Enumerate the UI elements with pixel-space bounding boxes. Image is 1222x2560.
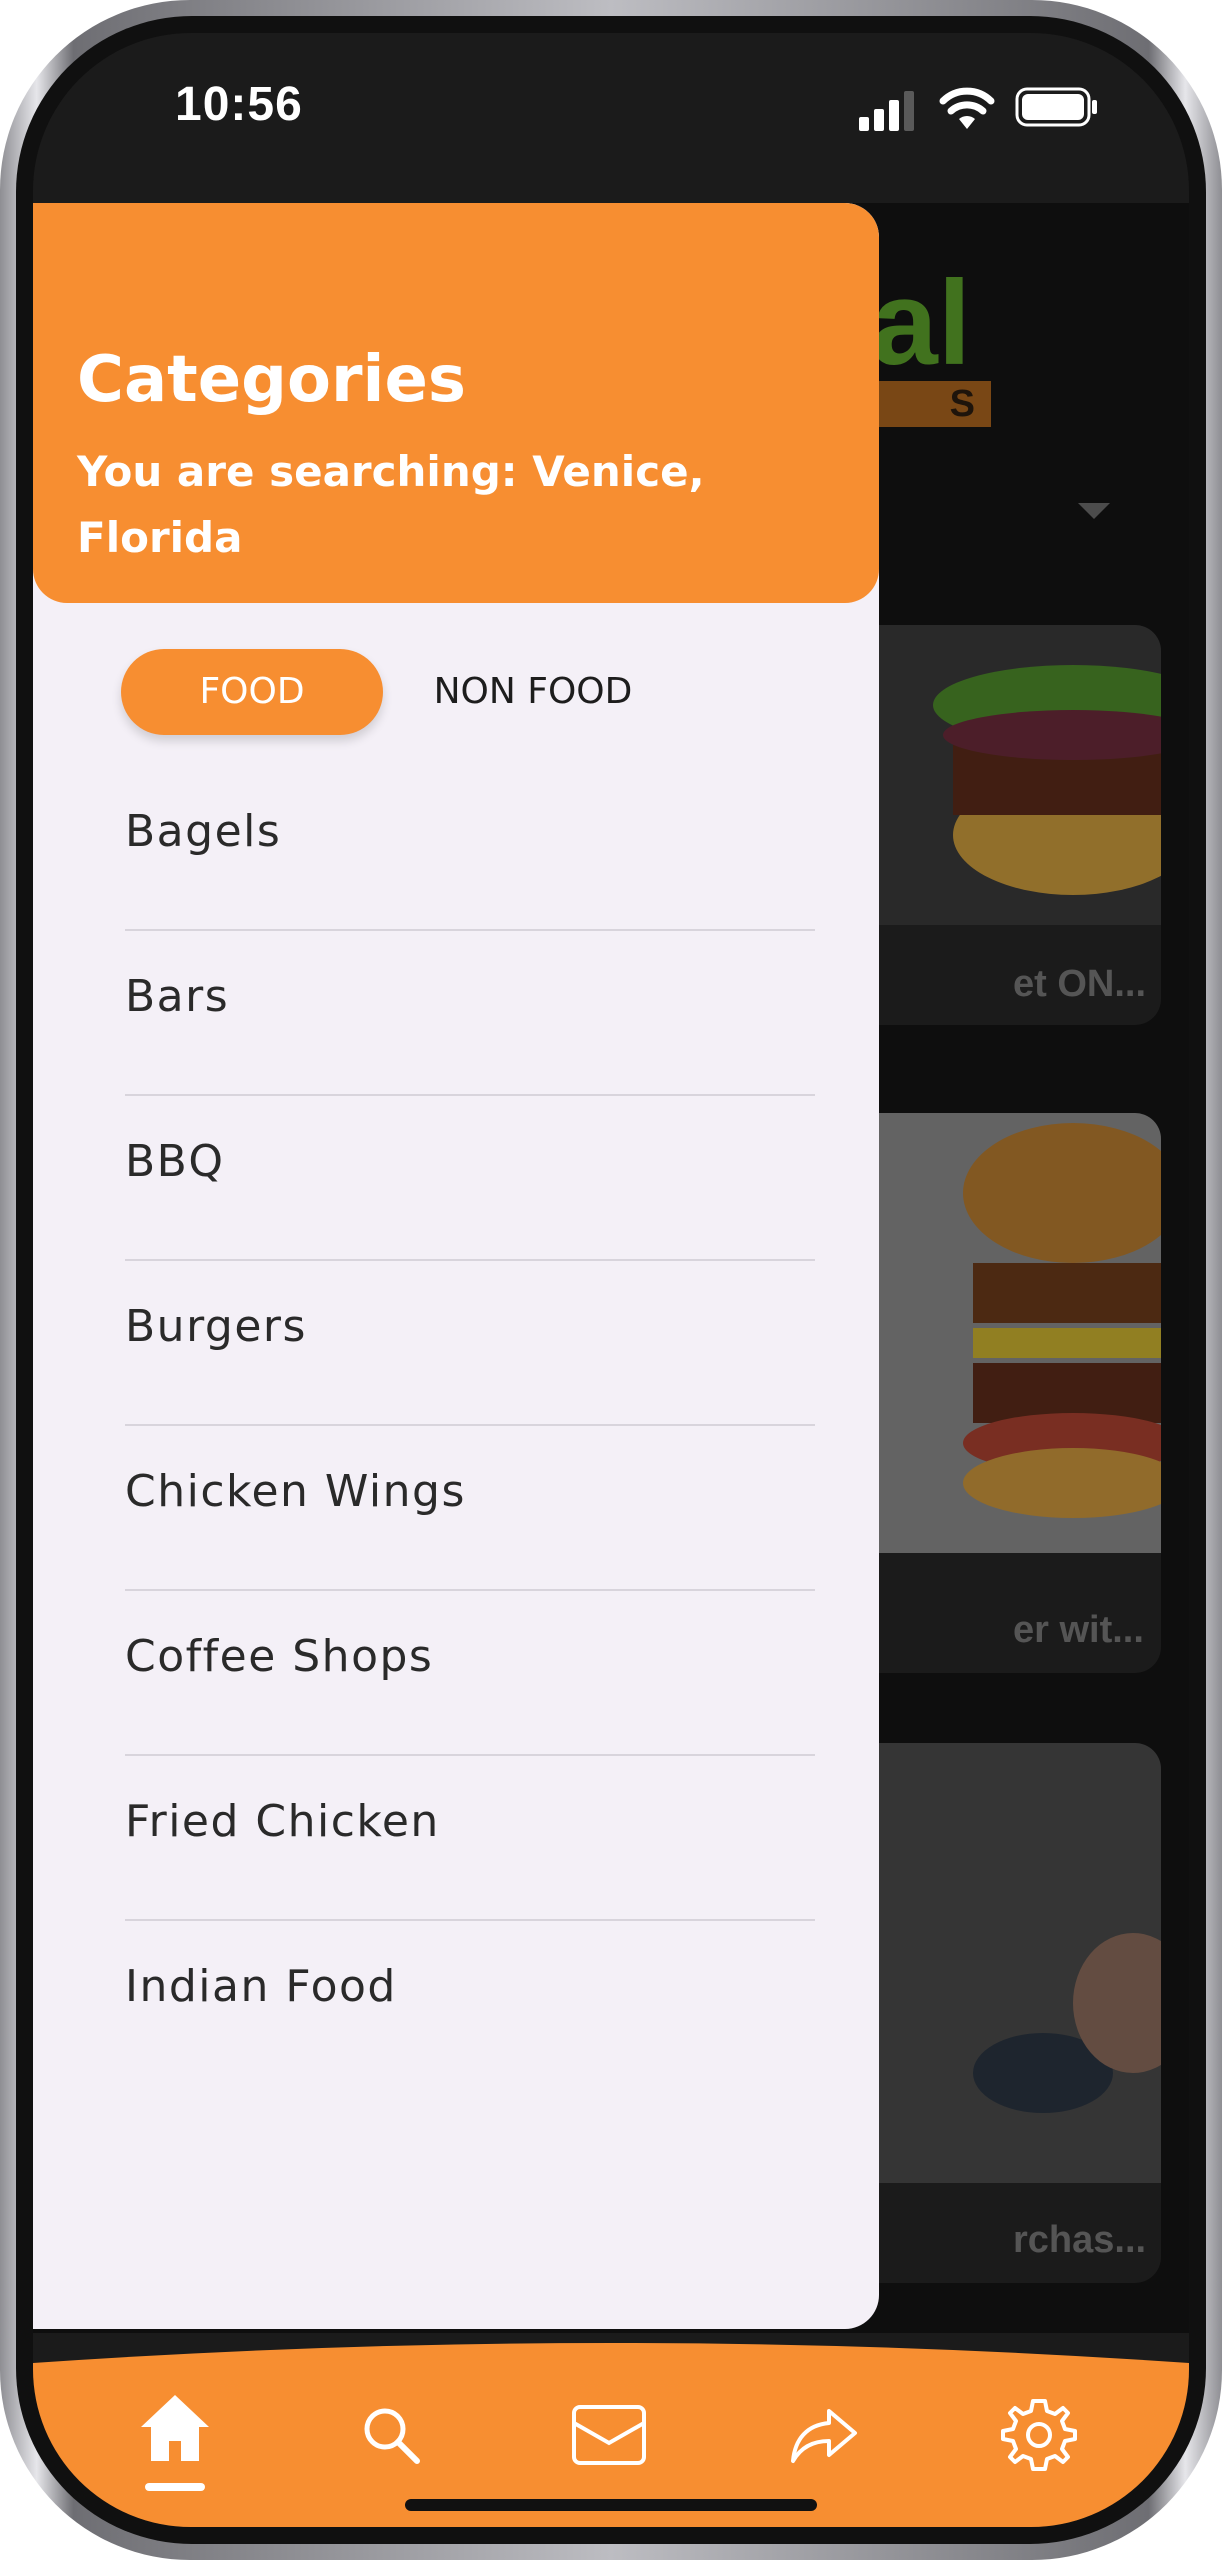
category-label: Burgers: [125, 1301, 307, 1352]
category-item-bbq[interactable]: BBQ: [125, 1096, 815, 1261]
category-label: Coffee Shops: [125, 1631, 434, 1682]
categories-drawer: Categories You are searching: Venice, Fl…: [33, 203, 879, 2329]
tab-non-food[interactable]: NON FOOD: [403, 649, 663, 735]
home-indicator[interactable]: [405, 2499, 817, 2511]
home-icon[interactable]: [135, 2389, 215, 2469]
category-item-bars[interactable]: Bars: [125, 931, 815, 1096]
category-label: Indian Food: [125, 1961, 397, 2012]
mail-icon[interactable]: [569, 2395, 649, 2475]
category-item-chicken-wings[interactable]: Chicken Wings: [125, 1426, 815, 1591]
screen: 10:56 al S et ON... er wit... rchas... C…: [33, 33, 1189, 2527]
status-time: 10:56: [175, 78, 303, 131]
category-list: Bagels Bars BBQ Burgers Chicken Wings Co…: [125, 766, 815, 2086]
category-item-fried-chicken[interactable]: Fried Chicken: [125, 1756, 815, 1921]
active-tab-indicator: [145, 2483, 205, 2491]
battery-icon: [1015, 87, 1097, 127]
drawer-title: Categories: [77, 343, 466, 417]
search-location-text: You are searching: Venice, Florida: [77, 447, 705, 562]
category-item-indian-food[interactable]: Indian Food: [125, 1921, 815, 2086]
search-icon[interactable]: [351, 2395, 431, 2475]
category-item-bagels[interactable]: Bagels: [125, 766, 815, 931]
wifi-icon: [939, 87, 995, 129]
category-label: Bars: [125, 971, 230, 1022]
signal-icon: [859, 91, 914, 131]
category-item-coffee-shops[interactable]: Coffee Shops: [125, 1591, 815, 1756]
category-label: Bagels: [125, 806, 282, 857]
tab-food[interactable]: FOOD: [121, 649, 383, 735]
category-label: BBQ: [125, 1136, 225, 1187]
share-icon[interactable]: [785, 2395, 865, 2475]
category-label: Chicken Wings: [125, 1466, 466, 1517]
status-bar: 10:56: [33, 33, 1189, 203]
bottom-nav: [33, 2333, 1189, 2527]
drawer-header: Categories You are searching: Venice, Fl…: [33, 203, 879, 603]
gear-icon[interactable]: [999, 2395, 1079, 2475]
category-label: Fried Chicken: [125, 1796, 440, 1847]
category-item-burgers[interactable]: Burgers: [125, 1261, 815, 1426]
